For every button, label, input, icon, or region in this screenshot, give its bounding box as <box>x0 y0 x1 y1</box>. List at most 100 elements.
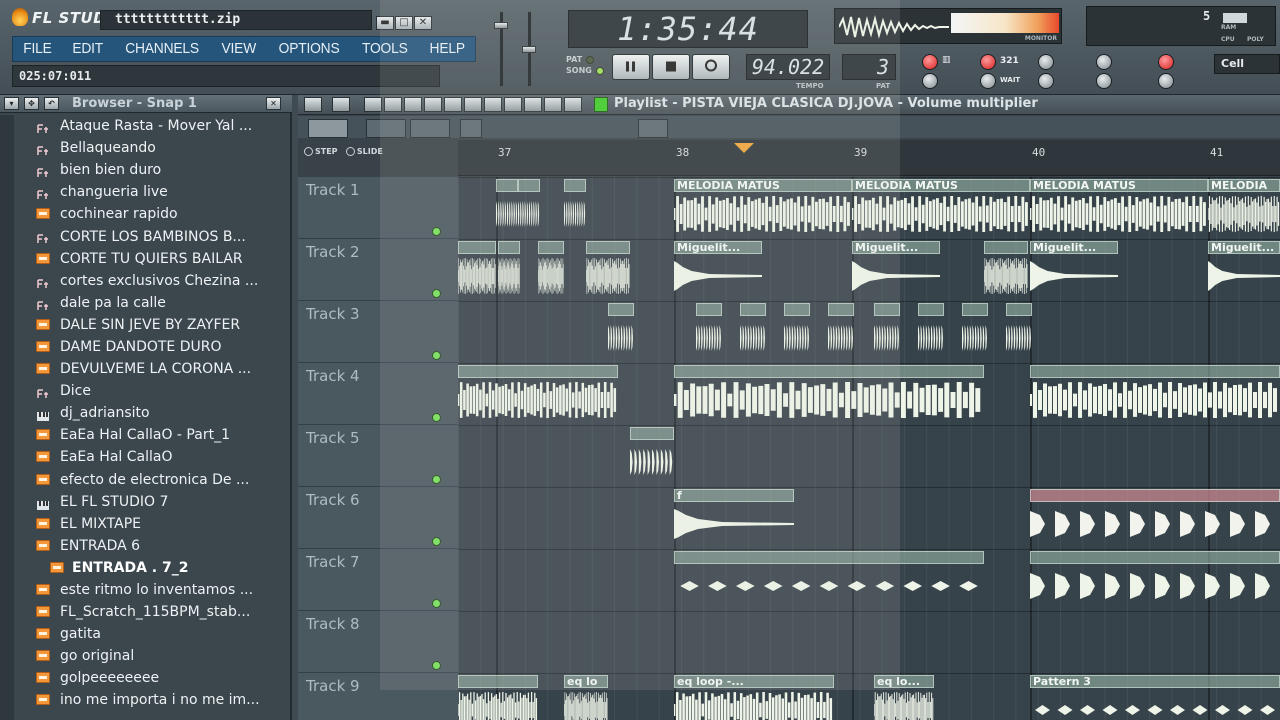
track-header[interactable]: Track 1 <box>298 177 458 239</box>
playlist-clip[interactable]: eq lo <box>563 675 608 720</box>
pat-song-switch[interactable]: PAT SONG <box>566 54 604 76</box>
browser-item[interactable]: ENTRADA 6 <box>0 535 292 557</box>
playlist-clip[interactable]: MELODIA MATUS <box>1028 179 1208 235</box>
track-header[interactable]: Track 3 <box>298 301 458 363</box>
playlist-clip[interactable] <box>537 241 564 297</box>
clip-header[interactable] <box>918 303 944 316</box>
browser-item[interactable]: EaEa Hal CallaO <box>0 446 292 468</box>
clip-header[interactable] <box>1030 489 1280 502</box>
playlist-clip[interactable] <box>1028 365 1280 421</box>
clip-header[interactable] <box>538 241 564 254</box>
menu-help[interactable]: HELP <box>421 37 473 61</box>
volume-fader-knob[interactable] <box>494 22 508 29</box>
browser-item[interactable]: cortes exclusivos Chezina ... <box>0 270 292 292</box>
playlist-clip[interactable]: Miguelit... <box>852 241 940 297</box>
browser-item[interactable]: EaEa Hal CallaO - Part_1 <box>0 424 292 446</box>
clip-header[interactable] <box>1006 303 1032 316</box>
scroll-left-button[interactable] <box>460 119 482 138</box>
playlist-clip[interactable]: MELODIA MATUS <box>850 179 1030 235</box>
playlist-clip[interactable] <box>608 303 634 359</box>
track-active-led-icon[interactable] <box>432 537 441 546</box>
playlist-clip[interactable] <box>1030 489 1280 545</box>
clip-header[interactable]: eq loop -... <box>674 675 834 688</box>
clip-header[interactable] <box>564 179 586 192</box>
clip-header[interactable]: MELODIA <box>1208 179 1280 192</box>
clip-header[interactable] <box>1030 551 1280 564</box>
playlist-clip[interactable]: Miguelit... <box>1030 241 1118 297</box>
browser-item[interactable]: DEVULVEME LA CORONA ... <box>0 358 292 380</box>
track-active-led-icon[interactable] <box>432 599 441 608</box>
pattern-selector[interactable]: 3 <box>842 54 896 80</box>
browser-item[interactable]: changueria live <box>0 181 292 203</box>
playlist-clip[interactable] <box>696 303 722 359</box>
playlist-clip[interactable] <box>458 675 538 720</box>
clip-header[interactable] <box>674 551 984 564</box>
playlist-clip[interactable] <box>630 427 674 483</box>
mute-tool-icon[interactable] <box>424 97 442 112</box>
pitch-fader-knob[interactable] <box>522 46 536 53</box>
browser-item[interactable]: este ritmo lo inventamos ... <box>0 579 292 601</box>
menu-tools[interactable]: TOOLS <box>354 37 416 61</box>
step-radio-icon[interactable] <box>304 147 313 156</box>
stop-button[interactable] <box>652 54 690 80</box>
song-position-marker-icon[interactable] <box>734 143 754 153</box>
step-edit-icon[interactable] <box>922 73 938 89</box>
snap-selector[interactable]: Cell <box>1214 54 1280 74</box>
scroll-icon[interactable] <box>1096 73 1112 89</box>
playlist-clip[interactable] <box>784 303 810 359</box>
browser-item[interactable]: efecto de electronica De ... <box>0 469 292 491</box>
tab-patterns[interactable] <box>308 119 348 138</box>
browser-item[interactable]: CORTE TU QUIERS BAILAR <box>0 248 292 270</box>
track-active-led-icon[interactable] <box>432 661 441 670</box>
clip-header[interactable] <box>784 303 810 316</box>
download-icon[interactable] <box>1158 73 1174 89</box>
clip-header[interactable] <box>828 303 854 316</box>
clip-header[interactable]: MELODIA MATUS <box>1030 179 1208 192</box>
playlist-clip[interactable] <box>828 303 854 359</box>
playlist-clip[interactable]: Miguelit... <box>1208 241 1280 297</box>
playlist-clip[interactable] <box>585 241 630 297</box>
delete-tool-icon[interactable] <box>404 97 422 112</box>
clip-header[interactable] <box>674 365 984 378</box>
clip-header[interactable]: f <box>674 489 794 502</box>
clip-header[interactable]: Miguelit... <box>1030 241 1118 254</box>
song-led-icon[interactable] <box>595 66 604 75</box>
browser-item[interactable]: go original <box>0 645 292 667</box>
browser-menu-button[interactable]: ▾ <box>4 97 19 110</box>
magnet-icon[interactable] <box>332 97 350 112</box>
zoom-tool-icon[interactable] <box>504 97 522 112</box>
clip-header[interactable]: MELODIA MATUS <box>852 179 1030 192</box>
playlist-clip[interactable]: f <box>674 489 794 545</box>
track-active-led-icon[interactable] <box>432 475 441 484</box>
playlist-clip[interactable] <box>1006 303 1032 359</box>
clip-header[interactable] <box>962 303 988 316</box>
playlist-clip[interactable] <box>740 303 766 359</box>
playlist-grid[interactable]: MELODIA MATUS MELODIA MATUS MELODIA MATUS M… <box>458 177 1280 720</box>
clip-header[interactable] <box>458 675 538 688</box>
clip-header[interactable] <box>608 303 634 316</box>
track-active-led-icon[interactable] <box>432 289 441 298</box>
record-button[interactable] <box>692 54 730 80</box>
clip-header[interactable] <box>630 427 674 440</box>
playlist-title[interactable]: Playlist - PISTA VIEJA CLASICA DJ.JOVA -… <box>614 96 1038 111</box>
track-header[interactable]: Track 7 <box>298 549 458 611</box>
pat-led-icon[interactable] <box>586 55 595 64</box>
playlist-clip[interactable] <box>496 179 518 235</box>
timeline-ruler[interactable]: 37 38 39 40 41 <box>458 140 1280 176</box>
song-time-display[interactable]: 1:35:44 <box>568 10 808 48</box>
minimize-button[interactable]: ▬ <box>376 16 394 30</box>
clip-header[interactable] <box>984 241 1028 254</box>
browser-item[interactable]: golpeeeeeeee <box>0 667 292 689</box>
browser-item[interactable]: Bellaqueando <box>0 137 292 159</box>
browser-item[interactable]: Dice <box>0 380 292 402</box>
clip-header[interactable]: eq lo <box>564 675 608 688</box>
browser-item[interactable]: FL_Scratch_115BPM_stab... <box>0 601 292 623</box>
playlist-clip[interactable]: eq lo... <box>873 675 934 720</box>
clip-header[interactable] <box>498 241 520 254</box>
track-active-led-icon[interactable] <box>432 227 441 236</box>
browser-item[interactable]: EL FL STUDIO 7 <box>0 491 292 513</box>
slice-tool-icon[interactable] <box>464 97 482 112</box>
browser-item[interactable]: dale pa la calle <box>0 292 292 314</box>
clip-header[interactable]: MELODIA MATUS <box>674 179 852 192</box>
browser-item[interactable]: cochinear rapido <box>0 203 292 225</box>
